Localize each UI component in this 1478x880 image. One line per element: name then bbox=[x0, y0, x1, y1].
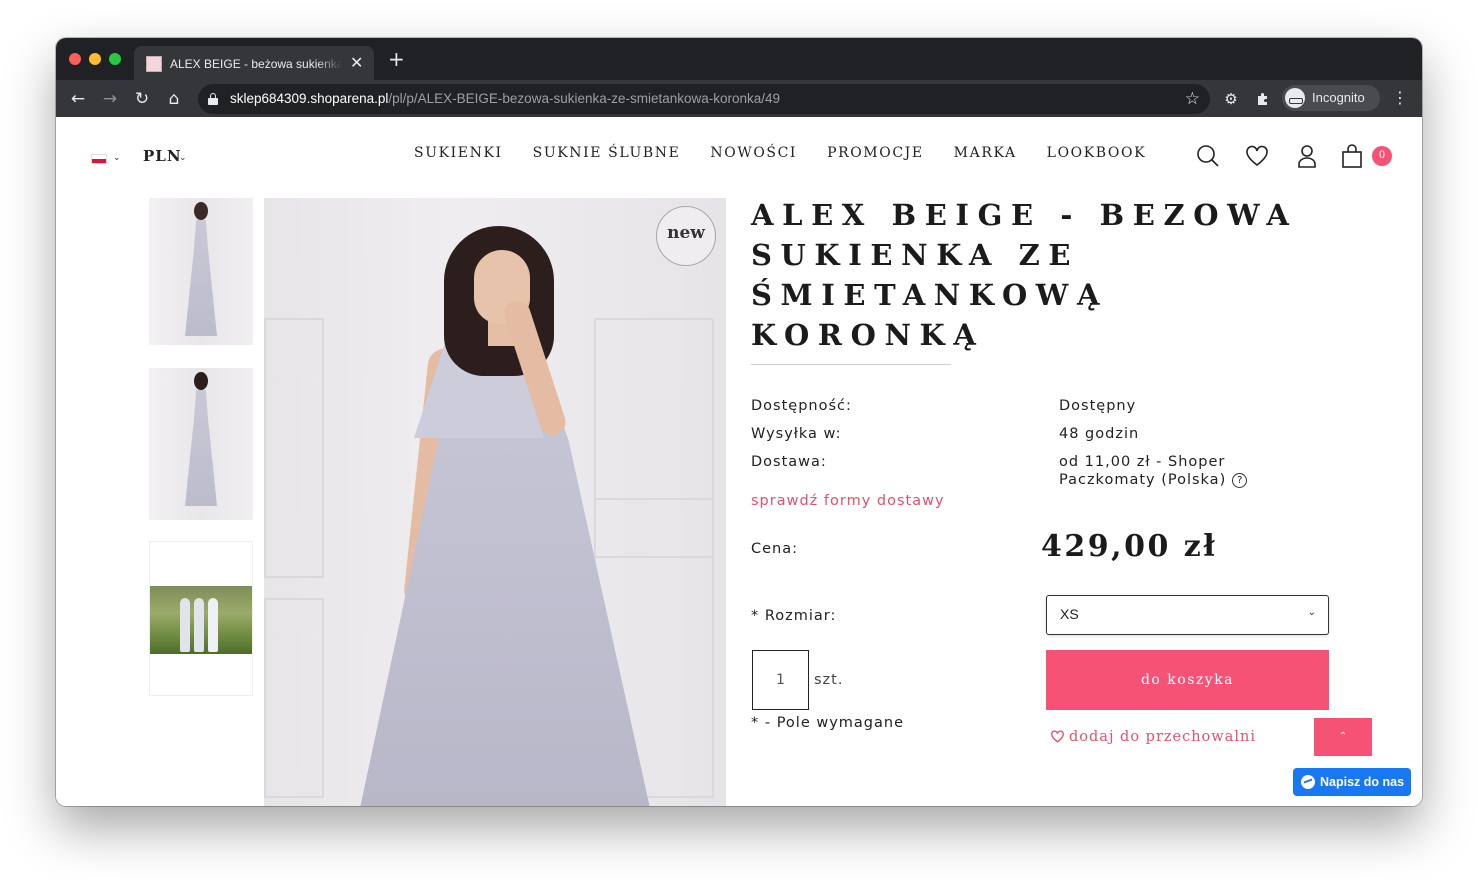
extensions-puzzle-icon[interactable] bbox=[1253, 89, 1273, 109]
lock-icon bbox=[208, 93, 218, 105]
home-icon[interactable]: ⌂ bbox=[162, 87, 186, 111]
back-arrow-icon[interactable]: ← bbox=[66, 87, 90, 111]
search-icon[interactable] bbox=[1195, 143, 1221, 169]
product-thumbnail-3[interactable] bbox=[149, 541, 253, 696]
new-tab-button[interactable]: + bbox=[388, 49, 405, 69]
product-thumbnail-1[interactable] bbox=[149, 198, 253, 345]
nav-item-marka[interactable]: MARKA bbox=[954, 145, 1017, 161]
url-text: sklep684309.shoparena.pl/pl/p/ALEX-BEIGE… bbox=[230, 90, 780, 108]
scroll-to-top-button[interactable]: ⌃ bbox=[1314, 718, 1372, 756]
nav-item-suknie-slubne[interactable]: SUKNIE ŚLUBNE bbox=[533, 145, 681, 161]
browser-window: ALEX BEIGE - beżowa sukienka ze śmietank… bbox=[56, 38, 1422, 806]
title-divider bbox=[751, 364, 951, 365]
size-select-value: XS bbox=[1060, 606, 1079, 622]
nav-item-lookbook[interactable]: LOOKBOOK bbox=[1047, 145, 1146, 161]
add-to-cart-button[interactable]: do koszyka bbox=[1046, 650, 1329, 710]
favicon-icon bbox=[146, 56, 162, 72]
currency-selector[interactable]: PLN bbox=[143, 147, 182, 165]
currency-chevron-down-icon[interactable]: ⌄ bbox=[179, 153, 187, 163]
close-window-button[interactable] bbox=[69, 53, 81, 65]
tab-close-icon[interactable]: ✕ bbox=[350, 53, 363, 73]
messenger-label: Napisz do nas bbox=[1320, 775, 1405, 789]
tab-bar: ALEX BEIGE - beżowa sukienka ze śmietank… bbox=[56, 38, 1422, 80]
size-select[interactable]: XS ⌄ bbox=[1046, 595, 1329, 635]
browser-toolbar: ← → ↻ ⌂ sklep684309.shoparena.pl/pl/p/AL… bbox=[56, 80, 1422, 117]
forward-arrow-icon[interactable]: → bbox=[98, 87, 122, 111]
shipping-time-label: Wysyłka w: bbox=[751, 426, 842, 442]
url-path: /pl/p/ALEX-BEIGE-bezowa-sukienka-ze-smie… bbox=[388, 91, 781, 106]
messenger-icon bbox=[1301, 775, 1315, 789]
help-question-icon[interactable]: ? bbox=[1232, 473, 1248, 488]
cart-count-badge: 0 bbox=[1372, 146, 1392, 166]
tab-title: ALEX BEIGE - beżowa sukienka ze śmietank… bbox=[170, 57, 342, 71]
delivery-value-text: od 11,00 zł - Shoper Paczkomaty (Polska) bbox=[1059, 454, 1227, 488]
new-badge: new bbox=[656, 206, 716, 266]
messenger-chat-button[interactable]: Napisz do nas bbox=[1293, 768, 1411, 796]
delivery-label: Dostawa: bbox=[751, 454, 827, 470]
url-host: sklep684309.shoparena.pl bbox=[230, 91, 389, 106]
nav-item-nowosci[interactable]: NOWOŚCI bbox=[710, 145, 797, 161]
delivery-value: od 11,00 zł - Shoper Paczkomaty (Polska)… bbox=[1059, 453, 1279, 489]
web-page: ⌄ PLN ⌄ SUKIENKI SUKNIE ŚLUBNE NOWOŚCI P… bbox=[56, 117, 1422, 806]
account-user-icon[interactable] bbox=[1294, 143, 1320, 169]
language-flag-icon[interactable] bbox=[91, 154, 107, 164]
availability-label: Dostępność: bbox=[751, 398, 852, 414]
wishlist-label: dodaj do przechowalni bbox=[1069, 729, 1256, 745]
browser-menu-icon[interactable]: ⋮ bbox=[1392, 88, 1408, 108]
incognito-label: Incognito bbox=[1312, 90, 1365, 105]
main-navigation: SUKIENKI SUKNIE ŚLUBNE NOWOŚCI PROMOCJE … bbox=[414, 145, 1146, 161]
bookmark-star-icon[interactable]: ☆ bbox=[1185, 88, 1200, 110]
heart-outline-icon bbox=[1050, 729, 1065, 748]
extension-gear-icon[interactable]: ⚙ bbox=[1221, 89, 1241, 109]
reload-icon[interactable]: ↻ bbox=[130, 87, 154, 111]
wishlist-heart-icon[interactable] bbox=[1244, 143, 1270, 169]
nav-item-promocje[interactable]: PROMOCJE bbox=[827, 145, 924, 161]
maximize-window-button[interactable] bbox=[109, 53, 121, 65]
add-to-wishlist-link[interactable]: dodaj do przechowalni bbox=[1050, 728, 1256, 748]
shipping-methods-link[interactable]: sprawdź formy dostawy bbox=[751, 493, 945, 509]
address-bar[interactable]: sklep684309.shoparena.pl/pl/p/ALEX-BEIGE… bbox=[198, 84, 1210, 114]
quantity-input[interactable]: 1 bbox=[752, 650, 809, 710]
incognito-icon bbox=[1285, 88, 1305, 108]
product-title: ALEX BEIGE - BEZOWA SUKIENKA ZE ŚMIETANK… bbox=[751, 198, 1298, 352]
language-chevron-down-icon[interactable]: ⌄ bbox=[113, 153, 121, 163]
availability-value: Dostępny bbox=[1059, 398, 1137, 414]
minimize-window-button[interactable] bbox=[89, 53, 101, 65]
shipping-time-value: 48 godzin bbox=[1059, 426, 1140, 442]
product-price: 429,00 zł bbox=[1041, 529, 1218, 564]
quantity-unit: szt. bbox=[814, 672, 844, 688]
incognito-badge[interactable]: Incognito bbox=[1282, 85, 1380, 111]
shopping-bag-icon[interactable] bbox=[1339, 143, 1365, 169]
chevron-down-icon: ⌄ bbox=[1307, 607, 1316, 618]
product-thumbnail-2[interactable] bbox=[149, 368, 253, 520]
required-fields-note: * - Pole wymagane bbox=[751, 715, 905, 731]
price-label: Cena: bbox=[751, 541, 799, 557]
nav-item-sukienki[interactable]: SUKIENKI bbox=[414, 145, 503, 161]
browser-tab[interactable]: ALEX BEIGE - beżowa sukienka ze śmietank… bbox=[134, 46, 374, 80]
product-main-image[interactable]: new bbox=[264, 198, 726, 806]
size-label: * Rozmiar: bbox=[751, 608, 837, 624]
